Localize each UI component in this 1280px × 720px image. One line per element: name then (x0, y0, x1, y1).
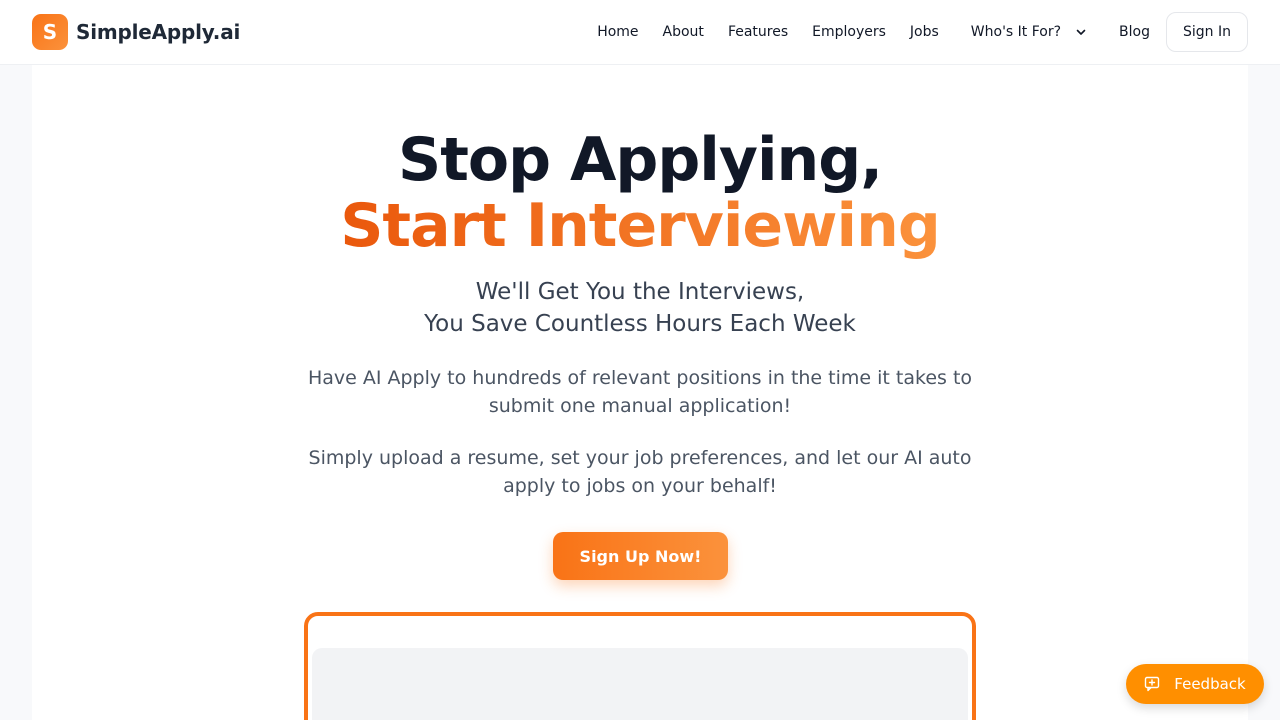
feedback-icon (1145, 676, 1160, 692)
hero-title-line2: Start Interviewing (32, 193, 1248, 259)
nav-home[interactable]: Home (597, 24, 638, 40)
hero-paragraph-2: Simply upload a resume, set your job pre… (308, 447, 972, 497)
chevron-down-icon (1076, 29, 1086, 35)
site-header: S SimpleApply.ai Home About Features Emp… (0, 0, 1280, 65)
nav-jobs[interactable]: Jobs (910, 24, 939, 40)
nav-blog[interactable]: Blog (1119, 24, 1150, 40)
main-nav: Home About Features Employers Jobs Who's… (597, 12, 1248, 52)
feedback-button[interactable]: Feedback (1126, 664, 1264, 704)
hero-title-line1: Stop Applying, (398, 125, 883, 195)
nav-whos-it-for-dropdown[interactable]: Who's It For? (971, 24, 1087, 40)
nav-about[interactable]: About (663, 24, 704, 40)
hero-subtitle-line2: You Save Countless Hours Each Week (424, 311, 856, 337)
product-preview-placeholder (312, 648, 968, 720)
nav-features[interactable]: Features (728, 24, 788, 40)
sign-in-button[interactable]: Sign In (1166, 12, 1248, 52)
feedback-label: Feedback (1174, 675, 1246, 693)
sign-up-button[interactable]: Sign Up Now! (553, 532, 728, 580)
brand-name: SimpleApply.ai (76, 20, 241, 44)
hero-subtitle-line1: We'll Get You the Interviews, (475, 279, 805, 305)
brand[interactable]: S SimpleApply.ai (32, 14, 240, 50)
logo-icon: S (32, 14, 68, 50)
dropdown-label: Who's It For? (970, 24, 1062, 40)
hero-title-highlight: Start Interviewing (340, 191, 941, 261)
hero-paragraph-1: Have AI Apply to hundreds of relevant po… (307, 367, 973, 417)
hero-section: Stop Applying, Start Interviewing We'll … (32, 65, 1248, 720)
nav-employers[interactable]: Employers (812, 24, 886, 40)
product-preview-frame (304, 612, 976, 720)
